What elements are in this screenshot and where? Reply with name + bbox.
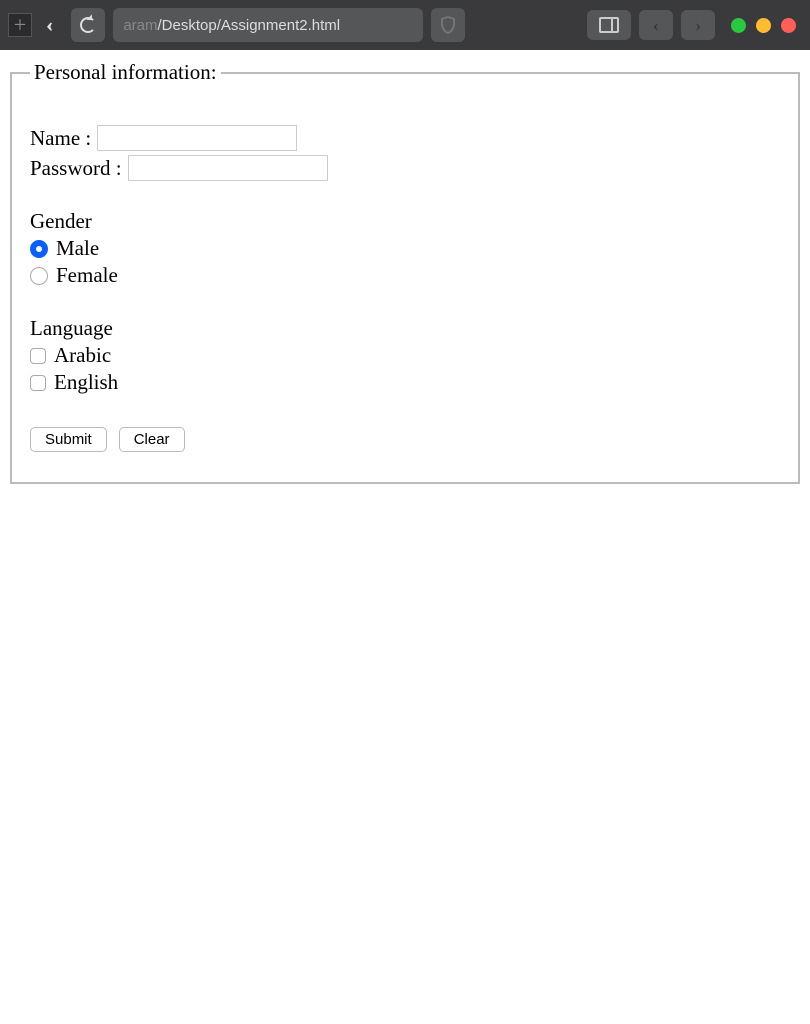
gender-radio-female[interactable] [30, 267, 48, 285]
gender-option-label: Male [56, 236, 99, 261]
window-controls [731, 18, 796, 33]
name-input[interactable] [97, 125, 297, 151]
url-host: aram [123, 17, 157, 34]
gender-option-label: Female [56, 263, 118, 288]
browser-toolbar: + ‹‹ aram/Desktop/Assignment2.html ‹ › [0, 0, 810, 50]
maximize-button[interactable] [756, 18, 771, 33]
reload-icon [80, 17, 96, 33]
chevron-right-icon: › [695, 15, 701, 36]
tab-overflow-icon[interactable]: ‹‹ [46, 14, 47, 37]
back-button[interactable]: ‹ [639, 10, 673, 40]
gender-label: Gender [30, 209, 780, 234]
reload-button[interactable] [71, 8, 105, 42]
new-tab-button[interactable]: + [8, 13, 32, 37]
language-option-label: Arabic [54, 343, 111, 368]
gender-radio-male[interactable] [30, 240, 48, 258]
page-content: Personal information: Name : Password : … [0, 50, 810, 494]
reader-shield-button[interactable] [431, 8, 465, 42]
sidebar-toggle-button[interactable] [587, 10, 631, 40]
language-checkbox-arabic[interactable] [30, 348, 46, 364]
password-label: Password : [30, 156, 122, 181]
language-checkbox-english[interactable] [30, 375, 46, 391]
clear-button[interactable]: Clear [119, 427, 185, 452]
close-button[interactable] [781, 18, 796, 33]
address-bar[interactable]: aram/Desktop/Assignment2.html [113, 8, 423, 42]
sidebar-icon [599, 17, 619, 33]
password-input[interactable] [128, 155, 328, 181]
name-label: Name : [30, 126, 91, 151]
personal-info-fieldset: Personal information: Name : Password : … [10, 60, 800, 484]
language-option-label: English [54, 370, 118, 395]
chevron-left-icon: ‹ [653, 15, 659, 36]
forward-button[interactable]: › [681, 10, 715, 40]
url-path: /Desktop/Assignment2.html [158, 17, 341, 34]
language-label: Language [30, 316, 780, 341]
submit-button[interactable]: Submit [30, 427, 107, 452]
shield-icon [440, 16, 456, 34]
fieldset-legend: Personal information: [30, 60, 221, 85]
minimize-button[interactable] [731, 18, 746, 33]
